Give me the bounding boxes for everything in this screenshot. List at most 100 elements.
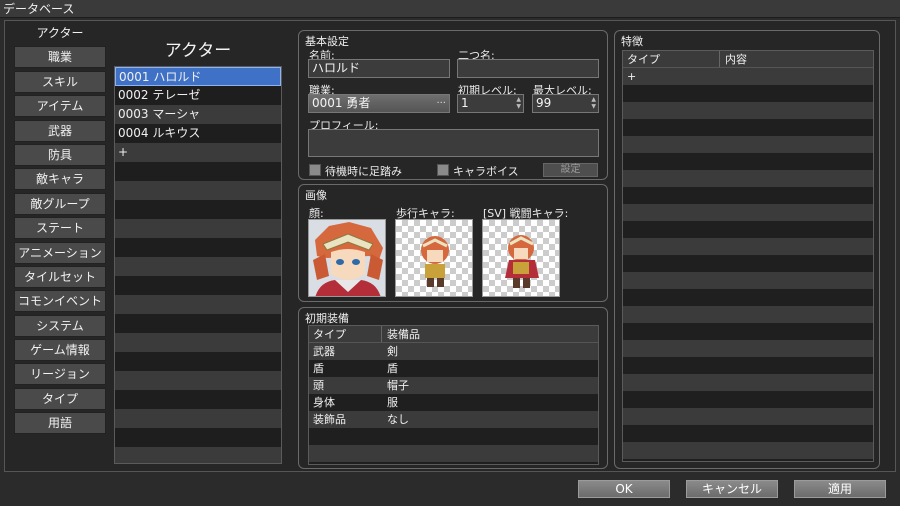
table-row[interactable] <box>623 85 873 102</box>
list-item[interactable] <box>115 200 281 219</box>
table-cell: 服 <box>387 396 398 409</box>
tab-category[interactable]: スキル <box>14 70 106 93</box>
voice-setting-button[interactable]: 設定 <box>543 163 598 177</box>
walk-sprite-image[interactable] <box>395 219 473 297</box>
list-item[interactable] <box>115 219 281 238</box>
table-row[interactable] <box>623 204 873 221</box>
table-row[interactable]: 身体 服 <box>309 394 598 411</box>
cancel-button[interactable]: キャンセル <box>686 480 778 498</box>
table-row[interactable]: 装飾品 なし <box>309 411 598 428</box>
table-row[interactable] <box>623 272 873 289</box>
images-panel: 画像 顔: 歩行キャラ: [SV] 戦闘キャラ: <box>298 184 608 302</box>
tab-category[interactable]: 職業 <box>14 46 106 69</box>
list-item[interactable] <box>115 162 281 181</box>
step-anime-checkbox[interactable] <box>309 164 321 176</box>
class-select[interactable]: 0001 勇者 ... <box>308 94 450 113</box>
table-row[interactable] <box>623 153 873 170</box>
table-row[interactable] <box>623 255 873 272</box>
table-row[interactable] <box>309 428 598 445</box>
actor-list[interactable]: 0001 ハロルド 0002 テレーゼ 0003 マーシャ 0004 ルキウス + <box>114 66 282 464</box>
table-header-row: タイプ 装備品 <box>309 326 598 343</box>
table-cell: 頭 <box>313 379 324 392</box>
table-row[interactable] <box>623 289 873 306</box>
tab-category[interactable]: タイルセット <box>14 265 106 288</box>
table-row[interactable] <box>623 221 873 238</box>
spin-arrows-icon[interactable]: ▲ ▼ <box>516 96 521 110</box>
ok-button[interactable]: OK <box>578 480 670 498</box>
table-row[interactable] <box>623 187 873 204</box>
tab-category[interactable]: コモンイベント <box>14 290 106 313</box>
list-item[interactable] <box>115 295 281 314</box>
list-item[interactable] <box>115 181 281 200</box>
tab-category[interactable]: ゲーム情報 <box>14 339 106 362</box>
tab-category[interactable]: 敵キャラ <box>14 168 106 191</box>
step-anime-label: 待機時に足踏み <box>325 165 402 178</box>
table-row[interactable] <box>623 340 873 357</box>
tab-category[interactable]: アイテム <box>14 95 106 118</box>
list-item[interactable] <box>115 371 281 390</box>
spin-arrows-icon[interactable]: ▲ ▼ <box>591 96 596 110</box>
chara-voice-checkbox[interactable] <box>437 164 449 176</box>
list-item[interactable] <box>115 390 281 409</box>
add-trait-item[interactable]: + <box>623 68 636 85</box>
list-item[interactable] <box>115 314 281 333</box>
tab-category[interactable]: リージョン <box>14 363 106 386</box>
table-row[interactable] <box>623 119 873 136</box>
table-header-row: タイプ 内容 <box>623 51 873 68</box>
list-item[interactable] <box>115 447 281 463</box>
battler-sprite-image[interactable] <box>482 219 560 297</box>
max-level-spinner[interactable]: 99 ▲ ▼ <box>532 94 599 113</box>
table-row[interactable] <box>309 445 598 462</box>
table-row[interactable] <box>623 136 873 153</box>
table-row[interactable] <box>623 408 873 425</box>
list-item[interactable] <box>115 352 281 371</box>
table-row[interactable]: 頭 帽子 <box>309 377 598 394</box>
apply-button[interactable]: 適用 <box>794 480 886 498</box>
table-row[interactable] <box>623 374 873 391</box>
nickname-field[interactable] <box>457 59 599 78</box>
profile-textarea[interactable] <box>308 129 599 157</box>
tab-category[interactable]: 防具 <box>14 143 106 166</box>
equipment-table[interactable]: タイプ 装備品武器剣盾盾頭帽子 身体服装飾品 なし <box>308 325 599 465</box>
table-row[interactable] <box>623 323 873 340</box>
table-row[interactable] <box>623 238 873 255</box>
face-image[interactable] <box>308 219 386 297</box>
table-row[interactable] <box>623 357 873 374</box>
tab-category[interactable]: アクター <box>14 22 106 44</box>
list-item[interactable]: 0003 マーシャ <box>115 105 281 124</box>
tab-category[interactable]: タイプ <box>14 387 106 410</box>
tab-category[interactable]: 用語 <box>14 412 106 435</box>
init-level-spinner[interactable]: 1 ▲ ▼ <box>457 94 524 113</box>
add-actor-item[interactable]: + <box>115 143 281 162</box>
tab-category[interactable]: 敵グループ <box>14 192 106 215</box>
column-header: 装備品 <box>387 328 420 341</box>
images-title: 画像 <box>305 189 327 202</box>
table-row[interactable] <box>623 170 873 187</box>
list-item[interactable] <box>115 238 281 257</box>
name-field[interactable]: ハロルド <box>308 59 450 78</box>
tab-category[interactable]: 武器 <box>14 119 106 142</box>
list-item[interactable]: 0002 テレーゼ <box>115 86 281 105</box>
tab-category[interactable]: アニメーション <box>14 241 106 264</box>
column-divider <box>719 51 720 67</box>
table-row[interactable] <box>623 425 873 442</box>
table-row[interactable] <box>623 102 873 119</box>
table-row[interactable]: 盾盾 <box>309 360 598 377</box>
tab-category[interactable]: システム <box>14 314 106 337</box>
list-item[interactable] <box>115 257 281 276</box>
list-item[interactable] <box>115 276 281 295</box>
list-item[interactable]: 0001 ハロルド <box>115 67 281 86</box>
table-row[interactable] <box>623 391 873 408</box>
table-row[interactable] <box>623 442 873 459</box>
table-row[interactable] <box>623 306 873 323</box>
list-item[interactable] <box>115 409 281 428</box>
list-item[interactable]: 0004 ルキウス <box>115 124 281 143</box>
table-row[interactable]: 武器 剣 <box>309 343 598 360</box>
column-header: タイプ <box>313 328 346 341</box>
traits-table[interactable]: タイプ 内容 + <box>622 50 874 462</box>
list-item[interactable] <box>115 428 281 447</box>
list-item[interactable] <box>115 333 281 352</box>
tab-category[interactable]: ステート <box>14 217 106 240</box>
window-title: データベース <box>0 0 900 18</box>
table-row[interactable]: + <box>623 68 873 85</box>
